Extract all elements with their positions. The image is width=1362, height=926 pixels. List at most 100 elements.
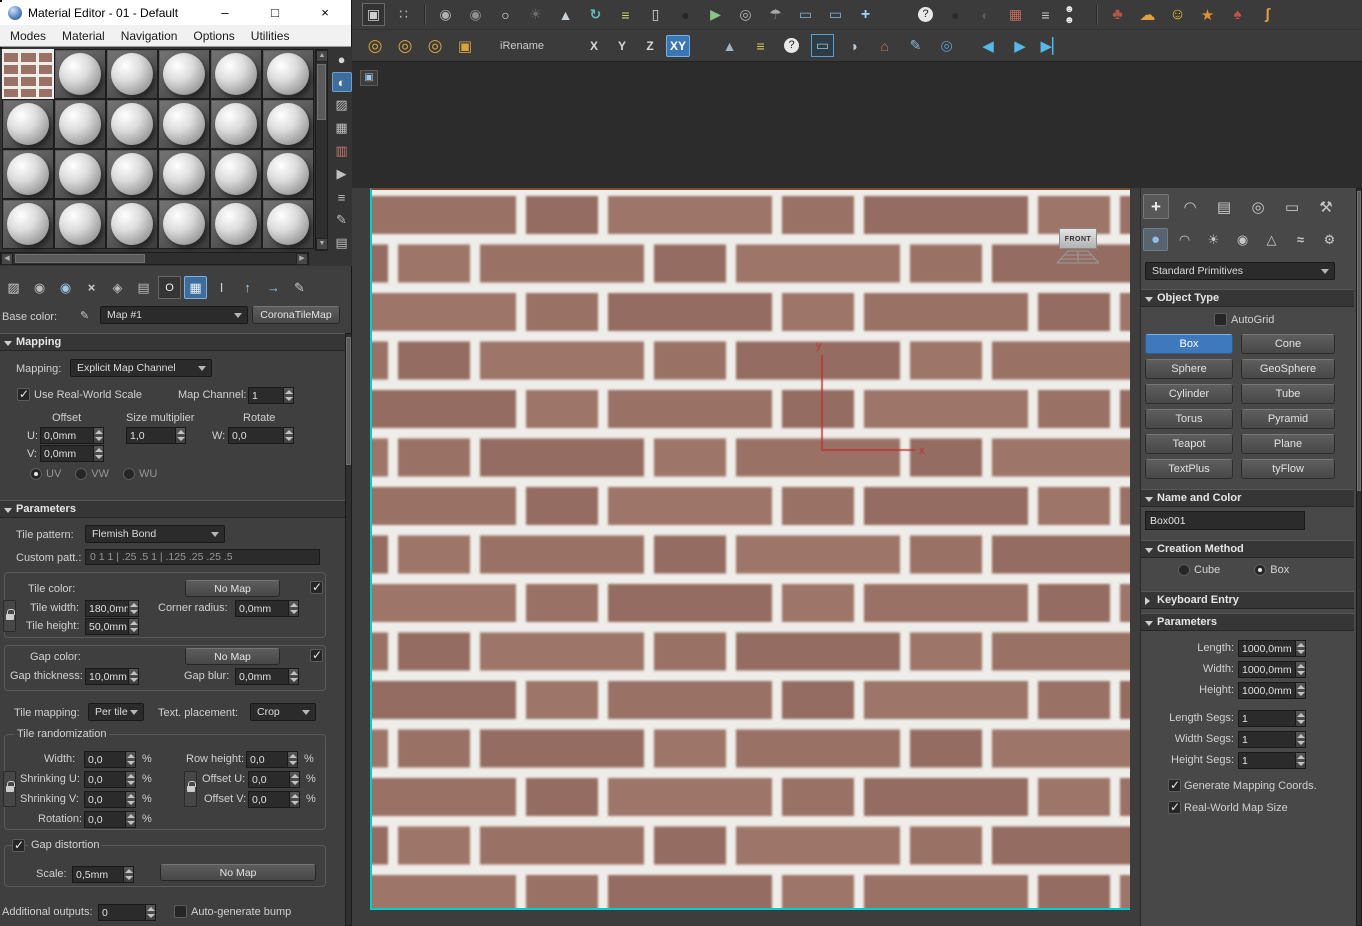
sample-tiling-icon[interactable]: ▦ bbox=[332, 118, 352, 138]
mountain-icon[interactable]: ▲ bbox=[718, 34, 741, 57]
distortion-scale-spinner[interactable]: 0,5mm bbox=[72, 866, 134, 883]
tile-mapping-dropdown[interactable]: Per tile bbox=[88, 703, 144, 721]
creation-method-rollout-header[interactable]: Creation Method bbox=[1141, 540, 1354, 558]
dots-icon[interactable]: ∷ bbox=[392, 3, 415, 26]
tab-hierarchy[interactable]: ▤ bbox=[1211, 194, 1237, 219]
refresh-icon[interactable]: ↻ bbox=[584, 3, 607, 26]
get-material-icon[interactable]: ▨ bbox=[2, 276, 25, 299]
sample-slot[interactable] bbox=[54, 199, 106, 249]
go-forward-icon[interactable]: → bbox=[262, 276, 285, 299]
target-icon[interactable]: ◎ bbox=[935, 34, 958, 57]
category-spacewarps[interactable]: ≈ bbox=[1288, 228, 1313, 251]
rand-offset-u-spinner[interactable]: 0,0 bbox=[248, 771, 300, 788]
parameters-rollout-header[interactable]: Parameters bbox=[0, 500, 345, 518]
menu-navigation[interactable]: Navigation bbox=[121, 29, 178, 43]
gap-blur-spinner[interactable]: 0,0mm bbox=[235, 668, 299, 685]
go-to-parent-icon[interactable]: ↑ bbox=[236, 276, 259, 299]
cloud-icon[interactable]: ☁ bbox=[1136, 3, 1159, 26]
pipette-icon[interactable]: ✎ bbox=[80, 309, 89, 322]
swirl-icon[interactable]: ◐ bbox=[974, 3, 997, 26]
notes-icon[interactable]: ≡ bbox=[614, 3, 637, 26]
rand-offset-v-spinner[interactable]: 0,0 bbox=[248, 791, 300, 808]
slots-horizontal-scrollbar[interactable]: ◀ ▶ bbox=[0, 252, 309, 265]
mapping-rollout-header[interactable]: Mapping bbox=[0, 333, 345, 351]
mapping-dropdown[interactable]: Explicit Map Channel bbox=[70, 359, 212, 377]
rotation-spinner[interactable]: 0,0 bbox=[84, 811, 136, 828]
mushroom-icon[interactable]: ♠ bbox=[1226, 3, 1249, 26]
width-spinner[interactable]: 1000,0mm bbox=[1238, 661, 1306, 678]
distortion-map-button[interactable]: No Map bbox=[160, 864, 316, 881]
phases-icon[interactable]: ◑ bbox=[842, 34, 865, 57]
corner-radius-spinner[interactable]: 0,0mm bbox=[235, 600, 299, 617]
sample-slot[interactable] bbox=[158, 49, 210, 99]
menu-material[interactable]: Material bbox=[62, 29, 105, 43]
swan-icon[interactable]: ʃ bbox=[1256, 3, 1279, 26]
map-type-button[interactable]: CoronaTileMap bbox=[252, 306, 340, 324]
factory-icon[interactable]: ⌂ bbox=[873, 34, 896, 57]
screen-play-icon[interactable]: ▶ bbox=[704, 3, 727, 26]
tile-map-enable-checkbox[interactable] bbox=[310, 581, 323, 594]
eye-icon[interactable]: ◉ bbox=[884, 3, 907, 26]
sample-slot[interactable] bbox=[54, 149, 106, 199]
custom-pattern-field[interactable]: 0 1 1 | .25 .5 1 | .125 .25 .25 .5 bbox=[85, 549, 320, 565]
sample-slot[interactable] bbox=[106, 49, 158, 99]
base-color-map-dropdown[interactable]: Map #1 bbox=[100, 306, 248, 324]
object-color-swatch[interactable] bbox=[0, 0, 2, 2]
axis-z-button[interactable]: Z bbox=[638, 35, 662, 57]
tab-utilities[interactable]: ⚒ bbox=[1313, 194, 1339, 219]
button-cone[interactable]: Cone bbox=[1241, 334, 1335, 354]
tile-height-spinner[interactable]: 50,0mm bbox=[85, 618, 139, 635]
sample-slot[interactable] bbox=[158, 149, 210, 199]
use-real-world-scale-checkbox[interactable] bbox=[17, 388, 30, 401]
sample-slot[interactable] bbox=[106, 149, 158, 199]
axis-x-button[interactable]: X bbox=[582, 35, 606, 57]
material-editor-scrollbar[interactable] bbox=[345, 333, 352, 926]
radio-box[interactable]: Box bbox=[1254, 564, 1289, 576]
tile-map-button[interactable]: No Map bbox=[185, 580, 280, 597]
next-frame-button[interactable]: ▶▏ bbox=[1038, 34, 1066, 58]
sample-slot[interactable] bbox=[2, 99, 54, 149]
tyflow-gold-c-icon[interactable]: ◎ bbox=[422, 34, 448, 58]
axis-xy-button[interactable]: XY bbox=[666, 35, 690, 57]
gap-map-button[interactable]: No Map bbox=[185, 648, 280, 665]
button-torus[interactable]: Torus bbox=[1145, 409, 1233, 429]
viewport-layout-tab[interactable]: ▣ bbox=[360, 70, 378, 86]
forest-tree-icon[interactable]: ♣ bbox=[1106, 3, 1129, 26]
button-tyflow[interactable]: tyFlow bbox=[1241, 459, 1335, 479]
help-circle-icon[interactable]: ? bbox=[780, 34, 803, 57]
help-icon[interactable]: ? bbox=[914, 3, 937, 26]
generate-mapping-coords-checkbox[interactable] bbox=[1168, 779, 1181, 792]
sample-slot[interactable] bbox=[2, 149, 54, 199]
offset-v-spinner[interactable]: 0,0mm bbox=[40, 445, 104, 462]
radio-wu[interactable]: WU bbox=[123, 468, 157, 480]
tile-width-spinner[interactable]: 180,0mm bbox=[85, 600, 139, 617]
button-cylinder[interactable]: Cylinder bbox=[1145, 384, 1233, 404]
sample-slot[interactable] bbox=[262, 149, 314, 199]
assign-to-selection-icon[interactable]: ◉ bbox=[54, 276, 77, 299]
button-sphere[interactable]: Sphere bbox=[1145, 359, 1233, 379]
sample-slot[interactable] bbox=[262, 199, 314, 249]
offset-u-spinner[interactable]: 0,0mm bbox=[40, 427, 104, 444]
sun-gear-icon[interactable]: ☀ bbox=[524, 3, 547, 26]
category-geometry[interactable]: ● bbox=[1143, 228, 1168, 251]
show-end-result-icon[interactable]: I bbox=[210, 276, 233, 299]
length-segs-spinner[interactable]: 1 bbox=[1238, 710, 1306, 727]
button-plane[interactable]: Plane bbox=[1241, 434, 1335, 454]
put-to-library-icon[interactable]: ▤ bbox=[132, 276, 155, 299]
video-color-check-icon[interactable]: ▥ bbox=[332, 141, 352, 161]
object-name-field[interactable]: Box001 bbox=[1145, 511, 1305, 530]
name-and-color-rollout-header[interactable]: Name and Color bbox=[1141, 489, 1354, 507]
gap-distortion-checkbox[interactable] bbox=[12, 839, 25, 852]
camera-a-icon[interactable]: ◉ bbox=[434, 3, 457, 26]
pick-material-icon[interactable]: ✎ bbox=[288, 276, 311, 299]
tile-size-lock-icon[interactable] bbox=[3, 600, 16, 632]
tyflow-gold-b-icon[interactable]: ◎ bbox=[392, 34, 418, 58]
sample-slot[interactable] bbox=[2, 49, 54, 99]
pot-icon[interactable]: ● bbox=[944, 3, 967, 26]
toolbar-separator[interactable] bbox=[1094, 3, 1099, 26]
sample-slot[interactable] bbox=[210, 199, 262, 249]
menu-modes[interactable]: Modes bbox=[10, 29, 46, 43]
background-icon[interactable]: ▨ bbox=[332, 95, 352, 115]
box-parameters-rollout-header[interactable]: Parameters bbox=[1141, 613, 1354, 631]
texture-placement-dropdown[interactable]: Crop bbox=[250, 703, 316, 721]
